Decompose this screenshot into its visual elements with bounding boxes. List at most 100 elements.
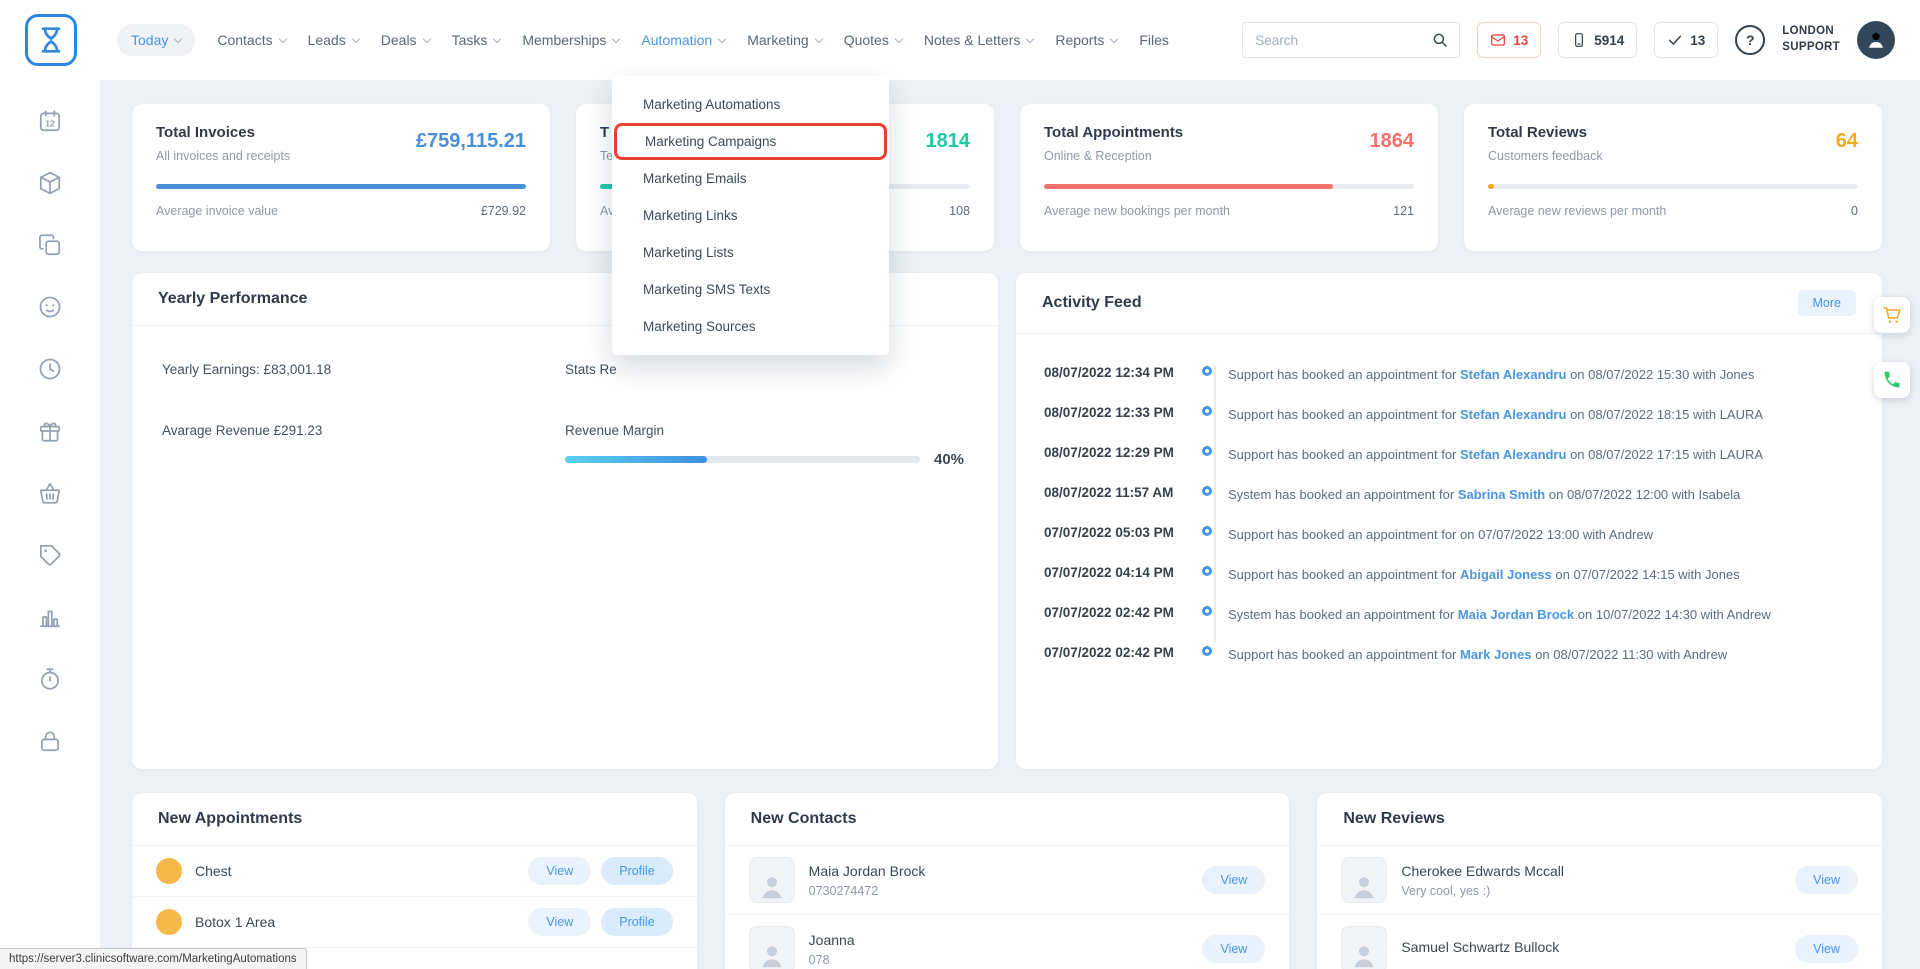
timeline-dot-icon bbox=[1202, 406, 1212, 416]
nav-item-files[interactable]: Files bbox=[1139, 32, 1169, 48]
help-button[interactable]: ? bbox=[1735, 25, 1765, 55]
review-row: Samuel Schwartz Bullock View bbox=[1317, 915, 1882, 969]
contact-link[interactable]: Maia Jordan Brock bbox=[1458, 607, 1574, 622]
stat-value: 1864 bbox=[1370, 130, 1415, 153]
chevron-down-icon bbox=[718, 34, 726, 42]
contact-link[interactable]: Sabrina Smith bbox=[1458, 487, 1545, 502]
person-icon bbox=[757, 872, 787, 902]
stat-card-total-invoices: Total Invoices All invoices and receipts… bbox=[132, 104, 550, 251]
menu-item-marketing-sources[interactable]: Marketing Sources bbox=[612, 308, 889, 345]
automation-dropdown-menu: Marketing Automations Marketing Campaign… bbox=[612, 76, 889, 355]
copy-icon[interactable] bbox=[37, 232, 63, 258]
search-input[interactable] bbox=[1255, 33, 1431, 48]
question-mark-icon: ? bbox=[1746, 32, 1755, 48]
feed-item: 08/07/2022 11:57 AMSystem has booked an … bbox=[1044, 474, 1854, 514]
panel-title: Yearly Performance bbox=[158, 290, 307, 308]
avatar[interactable] bbox=[1857, 21, 1895, 59]
nav-item-today[interactable]: Today bbox=[117, 24, 195, 56]
top-navigation-bar: Today Contacts Leads Deals Tasks Members… bbox=[0, 0, 1920, 80]
stat-value: 64 bbox=[1836, 130, 1858, 153]
face-icon[interactable] bbox=[37, 294, 63, 320]
more-button[interactable]: More bbox=[1798, 290, 1856, 316]
email-notifications-badge[interactable]: 13 bbox=[1477, 22, 1541, 58]
nav-item-contacts[interactable]: Contacts bbox=[217, 32, 285, 48]
view-button[interactable]: View bbox=[1795, 935, 1858, 963]
yearly-earnings: Yearly Earnings: £83,001.18 bbox=[162, 362, 565, 377]
timeline-dot-icon bbox=[1202, 606, 1212, 616]
revenue-margin-fill bbox=[565, 456, 707, 463]
contact-link[interactable]: Stefan Alexandru bbox=[1460, 407, 1566, 422]
chevron-down-icon bbox=[1110, 34, 1118, 42]
person-icon bbox=[1349, 872, 1379, 902]
menu-item-marketing-campaigns[interactable]: Marketing Campaigns bbox=[614, 123, 887, 160]
tasks-badge[interactable]: 13 bbox=[1654, 22, 1718, 58]
tag-icon[interactable] bbox=[37, 542, 63, 568]
chevron-down-icon bbox=[352, 34, 360, 42]
nav-item-memberships[interactable]: Memberships bbox=[522, 32, 619, 48]
menu-item-marketing-lists[interactable]: Marketing Lists bbox=[612, 234, 889, 271]
view-button[interactable]: View bbox=[528, 857, 591, 885]
phone-floating-button[interactable] bbox=[1874, 362, 1910, 398]
svg-text:12: 12 bbox=[45, 118, 55, 128]
panel-title: Activity Feed bbox=[1042, 294, 1142, 312]
new-appointments-card: New Appointments Chest ViewProfile Botox… bbox=[132, 793, 697, 969]
search-icon[interactable] bbox=[1431, 31, 1449, 49]
check-icon bbox=[1667, 32, 1683, 48]
view-button[interactable]: View bbox=[1795, 866, 1858, 894]
nav-item-tasks[interactable]: Tasks bbox=[452, 32, 501, 48]
activity-feed-list: 08/07/2022 12:34 PMSupport has booked an… bbox=[1016, 334, 1882, 674]
profile-button[interactable]: Profile bbox=[601, 908, 672, 936]
person-icon bbox=[757, 941, 787, 969]
stat-footer-label: Average new reviews per month bbox=[1488, 204, 1666, 218]
view-button[interactable]: View bbox=[528, 908, 591, 936]
progress-track bbox=[156, 184, 526, 189]
timeline-dot-icon bbox=[1202, 446, 1212, 456]
contact-link[interactable]: Stefan Alexandru bbox=[1460, 367, 1566, 382]
revenue-margin-block: Revenue Margin 40% bbox=[565, 423, 968, 468]
profile-button[interactable]: Profile bbox=[601, 857, 672, 885]
bar-chart-icon[interactable] bbox=[37, 604, 63, 630]
status-url: https://server3.clinicsoftware.com/Marke… bbox=[0, 948, 307, 969]
view-button[interactable]: View bbox=[1202, 935, 1265, 963]
menu-item-marketing-links[interactable]: Marketing Links bbox=[612, 197, 889, 234]
nav-item-deals[interactable]: Deals bbox=[381, 32, 430, 48]
phone-handset-icon bbox=[1882, 370, 1902, 390]
nav-item-notes-letters[interactable]: Notes & Letters bbox=[924, 32, 1034, 48]
person-icon bbox=[1349, 941, 1379, 969]
stat-title: Total Reviews bbox=[1488, 124, 1858, 141]
lock-icon[interactable] bbox=[37, 728, 63, 754]
nav-item-marketing[interactable]: Marketing bbox=[747, 32, 821, 48]
activity-feed-card: Activity Feed More 08/07/2022 12:34 PMSu… bbox=[1016, 273, 1882, 769]
contact-link[interactable]: Stefan Alexandru bbox=[1460, 447, 1566, 462]
timer-icon[interactable] bbox=[37, 666, 63, 692]
account-name: LONDON SUPPORT bbox=[1782, 24, 1840, 55]
phone-calls-badge[interactable]: 5914 bbox=[1558, 22, 1637, 58]
cart-floating-button[interactable] bbox=[1874, 297, 1910, 333]
panel-title: New Reviews bbox=[1343, 810, 1444, 828]
history-icon[interactable] bbox=[37, 356, 63, 382]
menu-item-marketing-emails[interactable]: Marketing Emails bbox=[612, 160, 889, 197]
reviewer-name: Cherokee Edwards Mccall bbox=[1401, 863, 1564, 879]
left-sidebar: 12 bbox=[0, 80, 100, 969]
new-appointments-header: New Appointments bbox=[132, 793, 697, 846]
package-icon[interactable] bbox=[37, 170, 63, 196]
nav-item-leads[interactable]: Leads bbox=[308, 32, 359, 48]
reviewer-name: Samuel Schwartz Bullock bbox=[1401, 939, 1559, 955]
view-button[interactable]: View bbox=[1202, 866, 1265, 894]
app-logo[interactable] bbox=[25, 14, 77, 66]
appointment-row: Botox 1 Area ViewProfile bbox=[132, 897, 697, 948]
nav-item-automation[interactable]: Automation bbox=[641, 32, 725, 48]
menu-item-marketing-sms-texts[interactable]: Marketing SMS Texts bbox=[612, 271, 889, 308]
nav-item-quotes[interactable]: Quotes bbox=[844, 32, 902, 48]
contact-link[interactable]: Abigail Joness bbox=[1460, 567, 1552, 582]
chevron-down-icon bbox=[174, 34, 182, 42]
contact-row: Maia Jordan Brock0730274472 View bbox=[725, 846, 1290, 915]
calendar-icon[interactable]: 12 bbox=[37, 108, 63, 134]
nav-item-reports[interactable]: Reports bbox=[1055, 32, 1117, 48]
basket-icon[interactable] bbox=[37, 480, 63, 506]
chevron-down-icon bbox=[895, 34, 903, 42]
menu-item-marketing-automations[interactable]: Marketing Automations bbox=[612, 86, 889, 123]
stat-footer-value: 0 bbox=[1851, 204, 1858, 218]
contact-link[interactable]: Mark Jones bbox=[1460, 647, 1532, 662]
gift-icon[interactable] bbox=[37, 418, 63, 444]
